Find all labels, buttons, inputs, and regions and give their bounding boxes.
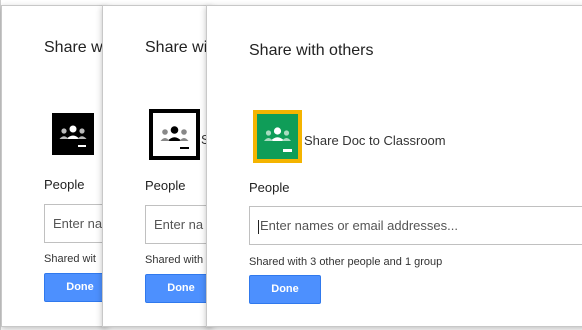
share-dialog-front: Share with others Share Doc to Classroom… bbox=[206, 5, 582, 327]
people-label: People bbox=[44, 177, 85, 192]
item-label: Share Doc to Classroom bbox=[304, 133, 446, 148]
dialog-title: Share wi bbox=[44, 39, 107, 56]
dialog-title: Share wi bbox=[145, 39, 208, 56]
done-button[interactable]: Done bbox=[44, 273, 106, 302]
people-label: People bbox=[249, 180, 290, 195]
people-input[interactable]: Enter nan bbox=[44, 204, 106, 243]
classroom-icon bbox=[149, 109, 200, 160]
people-label: People bbox=[145, 178, 186, 193]
share-dialog-middle: Share wi Sh People Enter na Shared with … bbox=[102, 5, 212, 327]
done-button[interactable]: Done bbox=[249, 275, 321, 304]
people-input[interactable]: Enter names or email addresses... bbox=[249, 206, 582, 245]
people-input[interactable]: Enter na bbox=[145, 205, 211, 244]
share-dialog-back: Share wi People Enter nan Shared wit Don… bbox=[1, 5, 107, 327]
shared-note: Shared wit bbox=[44, 253, 96, 265]
dialog-title: Share with others bbox=[249, 42, 374, 59]
shared-note[interactable]: Shared with 3 other people and 1 group bbox=[249, 256, 442, 268]
input-placeholder: Enter names or email addresses... bbox=[260, 218, 458, 233]
classroom-icon bbox=[253, 110, 302, 163]
shared-note: Shared with bbox=[145, 254, 204, 266]
classroom-icon bbox=[52, 113, 94, 155]
text-caret bbox=[258, 219, 259, 234]
done-button[interactable]: Done bbox=[145, 274, 211, 303]
